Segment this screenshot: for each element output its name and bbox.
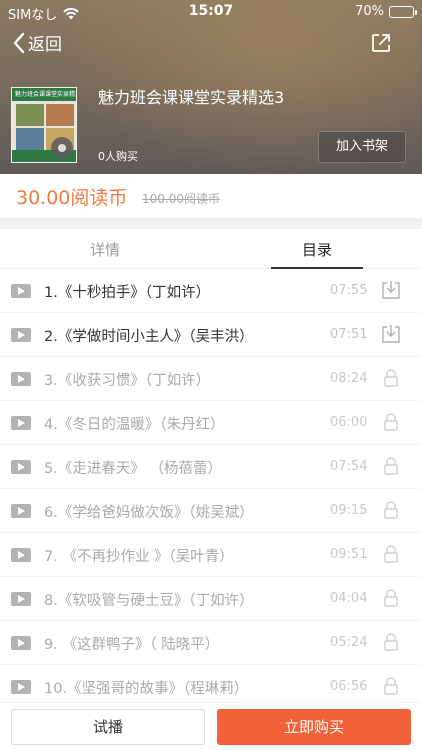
cover-title: 魅力班会课课堂实录精选3 bbox=[12, 88, 76, 101]
status-bar: SIMなし 15:07 70% bbox=[0, 0, 422, 24]
chapter-row[interactable]: 7. 《不再抄作业 》（吴叶青） 09:51 bbox=[0, 533, 422, 577]
lock-icon bbox=[380, 631, 402, 655]
chapter-duration: 07:55 bbox=[330, 283, 368, 298]
lock-icon bbox=[380, 499, 402, 523]
play-icon[interactable] bbox=[11, 416, 31, 430]
play-icon[interactable] bbox=[11, 504, 31, 518]
chapter-name: 1.《十秒拍手》（丁如许） bbox=[44, 285, 211, 301]
chapter-row[interactable]: 4.《冬日的温暖》（朱丹红） 06:00 bbox=[0, 401, 422, 445]
back-button[interactable]: 返回 bbox=[12, 30, 62, 55]
battery-icon bbox=[389, 5, 417, 18]
add-to-shelf-button[interactable]: 加入书架 bbox=[318, 131, 406, 163]
back-label: 返回 bbox=[28, 35, 62, 55]
chapter-name: 2.《学做时间小主人》（吴丰洪） bbox=[44, 329, 254, 345]
chapter-row[interactable]: 9. 《这群鸭子》（ 陆晓平） 05:24 bbox=[0, 621, 422, 665]
chapter-duration: 05:24 bbox=[330, 635, 368, 650]
battery-indicator: 70% bbox=[355, 4, 417, 19]
chapter-duration: 06:56 bbox=[330, 679, 368, 694]
chapter-duration: 04:04 bbox=[330, 591, 368, 606]
lock-icon bbox=[380, 675, 402, 699]
chapter-name: 9. 《这群鸭子》（ 陆晓平） bbox=[44, 637, 220, 653]
cover-photo bbox=[16, 128, 44, 150]
play-icon[interactable] bbox=[11, 592, 31, 606]
chapter-duration: 08:24 bbox=[330, 371, 368, 386]
book-title: 魅力班会课课堂实录精选3 bbox=[98, 88, 285, 107]
lock-icon bbox=[380, 367, 402, 391]
chapter-name: 5.《走进春天》 （杨蓓蕾） bbox=[44, 461, 222, 477]
chapter-name: 8.《软吸管与硬土豆》（丁如许） bbox=[44, 593, 254, 609]
lock-icon bbox=[380, 543, 402, 567]
chapter-duration: 09:51 bbox=[330, 547, 368, 562]
play-icon[interactable] bbox=[11, 548, 31, 562]
play-icon[interactable] bbox=[11, 636, 31, 650]
play-icon[interactable] bbox=[11, 328, 31, 342]
chapter-row[interactable]: 1.《十秒拍手》（丁如许） 07:55 bbox=[0, 269, 422, 313]
tab-detail[interactable]: 详情 bbox=[90, 239, 120, 260]
section-divider bbox=[0, 218, 422, 229]
lock-icon bbox=[380, 455, 402, 479]
chapter-name: 6.《学给爸妈做次饭》（姚吴斌） bbox=[44, 505, 254, 521]
chapter-name: 7. 《不再抄作业 》（吴叶青） bbox=[44, 549, 234, 565]
tab-bar: 详情 目录 bbox=[0, 229, 422, 269]
play-icon[interactable] bbox=[11, 460, 31, 474]
lock-icon bbox=[380, 411, 402, 435]
header-banner: SIMなし 15:07 70% 返回 魅力班会课课堂实录精选3 魅力班 bbox=[0, 0, 422, 174]
purchase-count: 0人购买 bbox=[98, 150, 138, 163]
chapter-duration: 09:15 bbox=[330, 503, 368, 518]
chapter-row[interactable]: 5.《走进春天》 （杨蓓蕾） 07:54 bbox=[0, 445, 422, 489]
chapter-row[interactable]: 8.《软吸管与硬土豆》（丁如许） 04:04 bbox=[0, 577, 422, 621]
book-cover[interactable]: 魅力班会课课堂实录精选3 bbox=[11, 87, 77, 163]
play-icon[interactable] bbox=[11, 372, 31, 386]
current-price: 30.00阅读币 bbox=[16, 187, 128, 209]
chapter-duration: 07:54 bbox=[330, 459, 368, 474]
chapter-duration: 06:00 bbox=[330, 415, 368, 430]
chapter-row[interactable]: 3.《收获习惯》（丁如许） 08:24 bbox=[0, 357, 422, 401]
download-icon[interactable] bbox=[380, 323, 402, 347]
chapter-name: 3.《收获习惯》（丁如许） bbox=[44, 373, 211, 389]
download-icon[interactable] bbox=[380, 279, 402, 303]
chapter-name: 4.《冬日的温暖》（朱丹红） bbox=[44, 417, 225, 433]
lock-icon bbox=[380, 587, 402, 611]
audio-disc-icon bbox=[51, 137, 73, 159]
battery-percent: 70% bbox=[355, 4, 384, 19]
price-row: 30.00阅读币 100.00阅读币 bbox=[0, 174, 422, 218]
chapter-name: 10.《坚强哥的故事》（程琳莉） bbox=[44, 681, 249, 697]
chapter-row[interactable]: 6.《学给爸妈做次饭》（姚吴斌） 09:15 bbox=[0, 489, 422, 533]
chapter-duration: 07:51 bbox=[330, 327, 368, 342]
cover-photo bbox=[46, 104, 74, 126]
chevron-left-icon bbox=[12, 32, 26, 54]
share-icon[interactable] bbox=[370, 32, 392, 58]
bottom-action-bar: 试播 立即购买 bbox=[0, 702, 422, 750]
chapter-row[interactable]: 2.《学做时间小主人》（吴丰洪） 07:51 bbox=[0, 313, 422, 357]
play-icon[interactable] bbox=[11, 284, 31, 298]
buy-now-button[interactable]: 立即购买 bbox=[217, 709, 411, 745]
nav-bar: 返回 bbox=[0, 28, 422, 60]
trial-play-button[interactable]: 试播 bbox=[11, 709, 205, 745]
play-icon[interactable] bbox=[11, 680, 31, 694]
cover-photo bbox=[16, 104, 44, 126]
original-price: 100.00阅读币 bbox=[142, 192, 220, 206]
tab-toc[interactable]: 目录 bbox=[302, 239, 332, 260]
